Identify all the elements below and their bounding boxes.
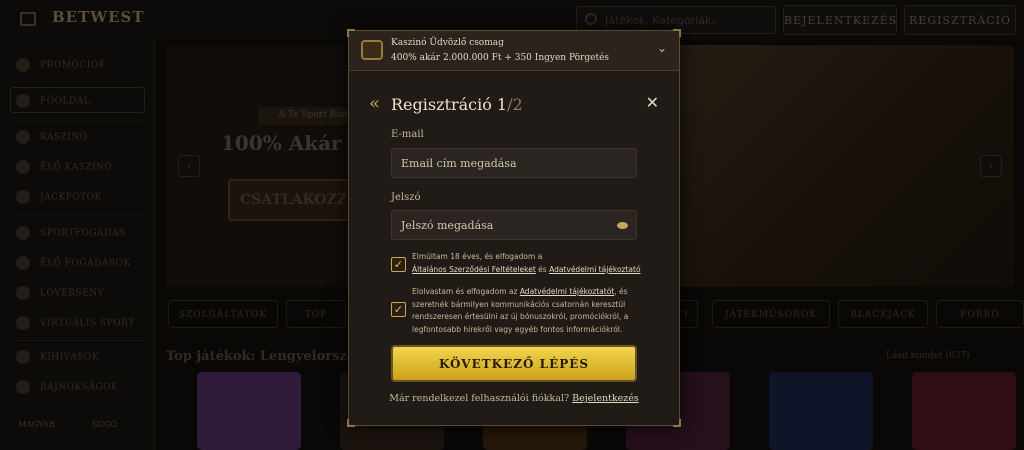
password-field[interactable]: Jelszó megadása bbox=[391, 210, 637, 240]
marketing-consent-checkbox[interactable]: ✓ bbox=[391, 302, 406, 317]
age-terms-text: Elmúltam 18 éves, és elfogadom a Általán… bbox=[412, 252, 641, 274]
close-icon[interactable]: ✕ bbox=[646, 93, 659, 112]
email-label: E-mail bbox=[391, 129, 424, 140]
bonus-title: Kaszinó Üdvözlő csomag bbox=[391, 38, 504, 48]
back-icon[interactable]: « bbox=[369, 93, 380, 114]
next-step-button[interactable]: KÖVETKEZŐ LÉPÉS bbox=[391, 345, 637, 382]
marketing-consent-text: Elolvastam és elfogadom az Adatvédelmi t… bbox=[412, 287, 629, 334]
privacy-policy-link[interactable]: Adatvédelmi tájékoztatót bbox=[520, 287, 614, 296]
step-indicator: /2 bbox=[507, 95, 523, 114]
login-prompt: Már rendelkezel felhasználói fiókkal? Be… bbox=[389, 393, 639, 404]
login-link[interactable]: Bejelentkezés bbox=[572, 393, 639, 404]
age-terms-checkbox[interactable]: ✓ bbox=[391, 257, 406, 272]
email-placeholder: Email cím megadása bbox=[401, 157, 517, 170]
frame-corner bbox=[673, 419, 681, 427]
terms-link[interactable]: Általános Szerződési Feltételeket bbox=[412, 265, 536, 274]
welcome-bonus-panel[interactable]: Kaszinó Üdvözlő csomag 400% akár 2.000.0… bbox=[349, 31, 679, 71]
treasure-chest-icon bbox=[361, 40, 383, 60]
privacy-link[interactable]: Adatvédelmi tájékoztató bbox=[549, 265, 640, 274]
email-field[interactable]: Email cím megadása bbox=[391, 148, 637, 178]
bonus-description: 400% akár 2.000.000 Ft + 350 Ingyen Pörg… bbox=[391, 53, 610, 63]
chevron-down-icon[interactable]: ⌄ bbox=[657, 41, 667, 55]
registration-modal: Kaszinó Üdvözlő csomag 400% akár 2.000.0… bbox=[347, 29, 681, 427]
modal-title: Regisztráció 1/2 bbox=[391, 95, 523, 114]
password-label: Jelszó bbox=[391, 192, 421, 203]
password-placeholder: Jelszó megadása bbox=[401, 219, 494, 232]
eye-icon[interactable] bbox=[617, 222, 628, 229]
frame-corner bbox=[347, 419, 355, 427]
